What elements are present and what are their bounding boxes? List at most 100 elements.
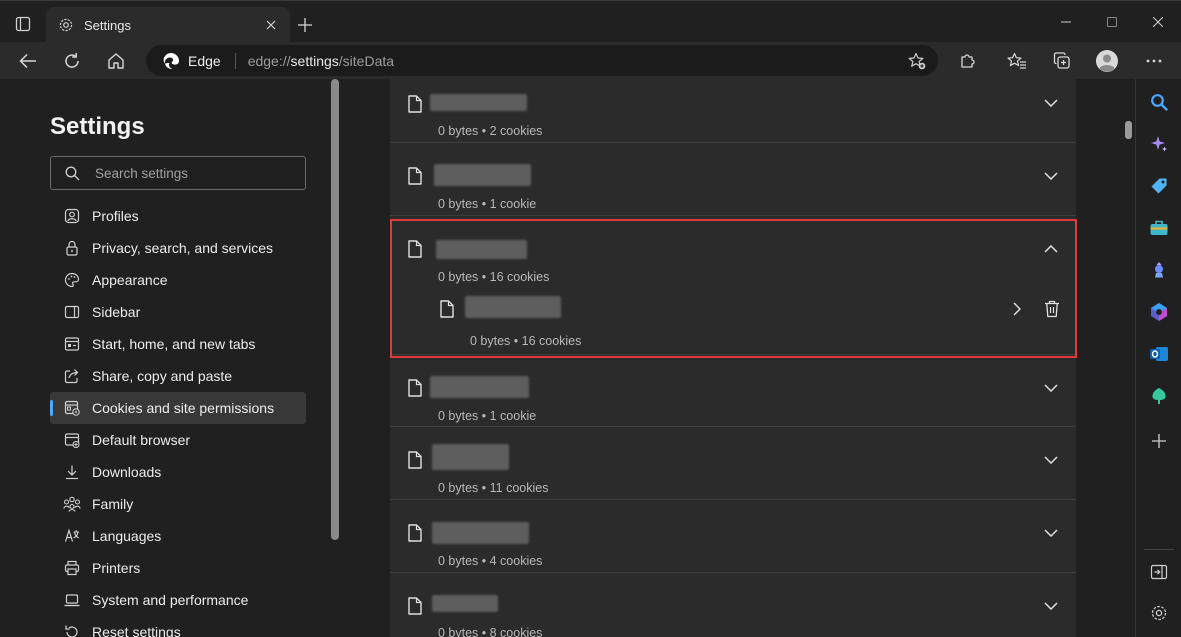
site-data-panel: 0 bytes • 2 cookies 0 bytes • 1 cookie 0… xyxy=(340,79,1135,637)
file-icon xyxy=(408,167,422,185)
family-icon xyxy=(63,495,81,513)
tab-title: Settings xyxy=(84,17,131,33)
outlook-icon[interactable] xyxy=(1147,342,1171,366)
sidebar-item-privacy[interactable]: Privacy, search, and services xyxy=(50,232,306,264)
home-tabs-icon xyxy=(63,335,81,353)
address-separator xyxy=(234,52,236,69)
sidebar-item-system[interactable]: System and performance xyxy=(50,584,306,616)
sidebar-item-printers[interactable]: Printers xyxy=(50,552,306,584)
chevron-down-icon[interactable] xyxy=(1040,377,1062,399)
favorites-icon[interactable] xyxy=(1004,48,1030,74)
chevron-down-icon[interactable] xyxy=(1040,165,1062,187)
reset-icon xyxy=(63,623,81,637)
more-options-icon[interactable] xyxy=(1141,48,1167,74)
navigation-bar: Edge edge://settings/siteData xyxy=(0,42,1181,79)
chevron-down-icon[interactable] xyxy=(1040,595,1062,617)
highlight-box xyxy=(390,219,1077,358)
games-icon[interactable] xyxy=(1147,258,1171,282)
sidebar-item-family[interactable]: Family xyxy=(50,488,306,520)
list-item[interactable]: 0 bytes • 11 cookies xyxy=(390,427,1076,500)
list-item[interactable]: 0 bytes • 1 cookie xyxy=(390,354,1076,427)
extensions-icon[interactable] xyxy=(955,48,981,74)
sidebar-scrollbar[interactable] xyxy=(331,79,339,540)
sidebar-item-start-home[interactable]: Start, home, and new tabs xyxy=(50,328,306,360)
site-storage-info: 0 bytes • 4 cookies xyxy=(438,554,543,568)
sidebar-divider xyxy=(1144,549,1174,550)
file-icon xyxy=(408,451,422,469)
list-item[interactable]: 0 bytes • 1 cookie xyxy=(390,143,1076,216)
search-icon xyxy=(65,165,81,181)
laptop-icon xyxy=(63,591,81,609)
sidebar-item-default-browser[interactable]: Default browser xyxy=(50,424,306,456)
site-storage-info: 0 bytes • 8 cookies xyxy=(438,626,543,637)
redacted-site-name xyxy=(430,376,529,398)
copilot-sparkle-icon[interactable] xyxy=(1147,132,1171,156)
sidebar-item-sidebar[interactable]: Sidebar xyxy=(50,296,306,328)
url-text[interactable]: edge://settings/siteData xyxy=(248,53,906,69)
profile-icon xyxy=(63,207,81,225)
site-storage-info: 0 bytes • 11 cookies xyxy=(438,481,549,495)
sidebar-item-share[interactable]: Share, copy and paste xyxy=(50,360,306,392)
new-tab-icon[interactable] xyxy=(294,14,316,36)
site-storage-info: 0 bytes • 1 cookie xyxy=(438,197,537,211)
redacted-site-name xyxy=(432,444,509,470)
edge-sidebar xyxy=(1135,79,1181,637)
search-input[interactable]: Search settings xyxy=(50,156,306,190)
content-scrollbar[interactable] xyxy=(1125,121,1132,139)
sidebar-item-cookies[interactable]: Cookies and site permissions xyxy=(50,392,306,424)
window-close-icon[interactable] xyxy=(1135,9,1181,35)
tab-settings[interactable]: Settings xyxy=(46,7,290,43)
drop-tree-icon[interactable] xyxy=(1147,384,1171,408)
title-bar: Settings xyxy=(0,0,1181,43)
sidebar-item-reset[interactable]: Reset settings xyxy=(50,616,306,637)
palette-icon xyxy=(63,271,81,289)
list-item[interactable]: 0 bytes • 4 cookies xyxy=(390,500,1076,573)
site-storage-info: 0 bytes • 1 cookie xyxy=(438,409,537,423)
default-browser-icon xyxy=(63,431,81,449)
file-icon xyxy=(408,524,422,542)
list-item[interactable]: 0 bytes • 2 cookies xyxy=(390,79,1076,143)
close-tab-icon[interactable] xyxy=(260,14,282,36)
maximize-icon[interactable] xyxy=(1089,9,1135,35)
download-icon xyxy=(63,463,81,481)
printer-icon xyxy=(63,559,81,577)
chevron-down-icon[interactable] xyxy=(1040,522,1062,544)
add-favorite-icon[interactable] xyxy=(906,50,928,72)
sidebar-item-profiles[interactable]: Profiles xyxy=(50,200,306,232)
microsoft-365-icon[interactable] xyxy=(1147,300,1171,324)
sidebar-item-downloads[interactable]: Downloads xyxy=(50,456,306,488)
settings-gear-icon[interactable] xyxy=(1147,601,1171,625)
minimize-icon[interactable] xyxy=(1043,9,1089,35)
sidebar-item-languages[interactable]: Languages xyxy=(50,520,306,552)
share-icon xyxy=(63,367,81,385)
languages-icon xyxy=(63,527,81,545)
add-icon[interactable] xyxy=(1147,429,1171,453)
shopping-tag-icon[interactable] xyxy=(1147,174,1171,198)
search-placeholder: Search settings xyxy=(95,165,189,181)
list-item[interactable]: 0 bytes • 8 cookies xyxy=(390,573,1076,637)
back-icon[interactable] xyxy=(15,48,41,74)
redacted-site-name xyxy=(432,522,529,544)
hide-sidebar-icon[interactable] xyxy=(1147,560,1171,584)
sidebar-item-appearance[interactable]: Appearance xyxy=(50,264,306,296)
lock-icon xyxy=(63,239,81,257)
page-title: Settings xyxy=(50,113,145,140)
avatar[interactable] xyxy=(1094,48,1120,74)
home-icon[interactable] xyxy=(103,48,129,74)
file-icon xyxy=(408,95,422,113)
site-name: Edge xyxy=(188,52,221,69)
redacted-site-name xyxy=(432,595,498,612)
address-bar[interactable]: Edge edge://settings/siteData xyxy=(146,45,938,76)
sidebar-icon xyxy=(63,303,81,321)
site-storage-info: 0 bytes • 2 cookies xyxy=(438,124,543,138)
search-icon[interactable] xyxy=(1147,90,1171,114)
file-icon xyxy=(408,597,422,615)
gear-icon xyxy=(58,17,74,33)
refresh-icon[interactable] xyxy=(59,48,85,74)
collections-icon[interactable] xyxy=(1049,48,1075,74)
chevron-down-icon[interactable] xyxy=(1040,449,1062,471)
site-data-list: 0 bytes • 2 cookies 0 bytes • 1 cookie 0… xyxy=(390,79,1076,637)
chevron-down-icon[interactable] xyxy=(1040,92,1062,114)
tools-briefcase-icon[interactable] xyxy=(1147,216,1171,240)
tab-actions-icon[interactable] xyxy=(12,13,34,35)
